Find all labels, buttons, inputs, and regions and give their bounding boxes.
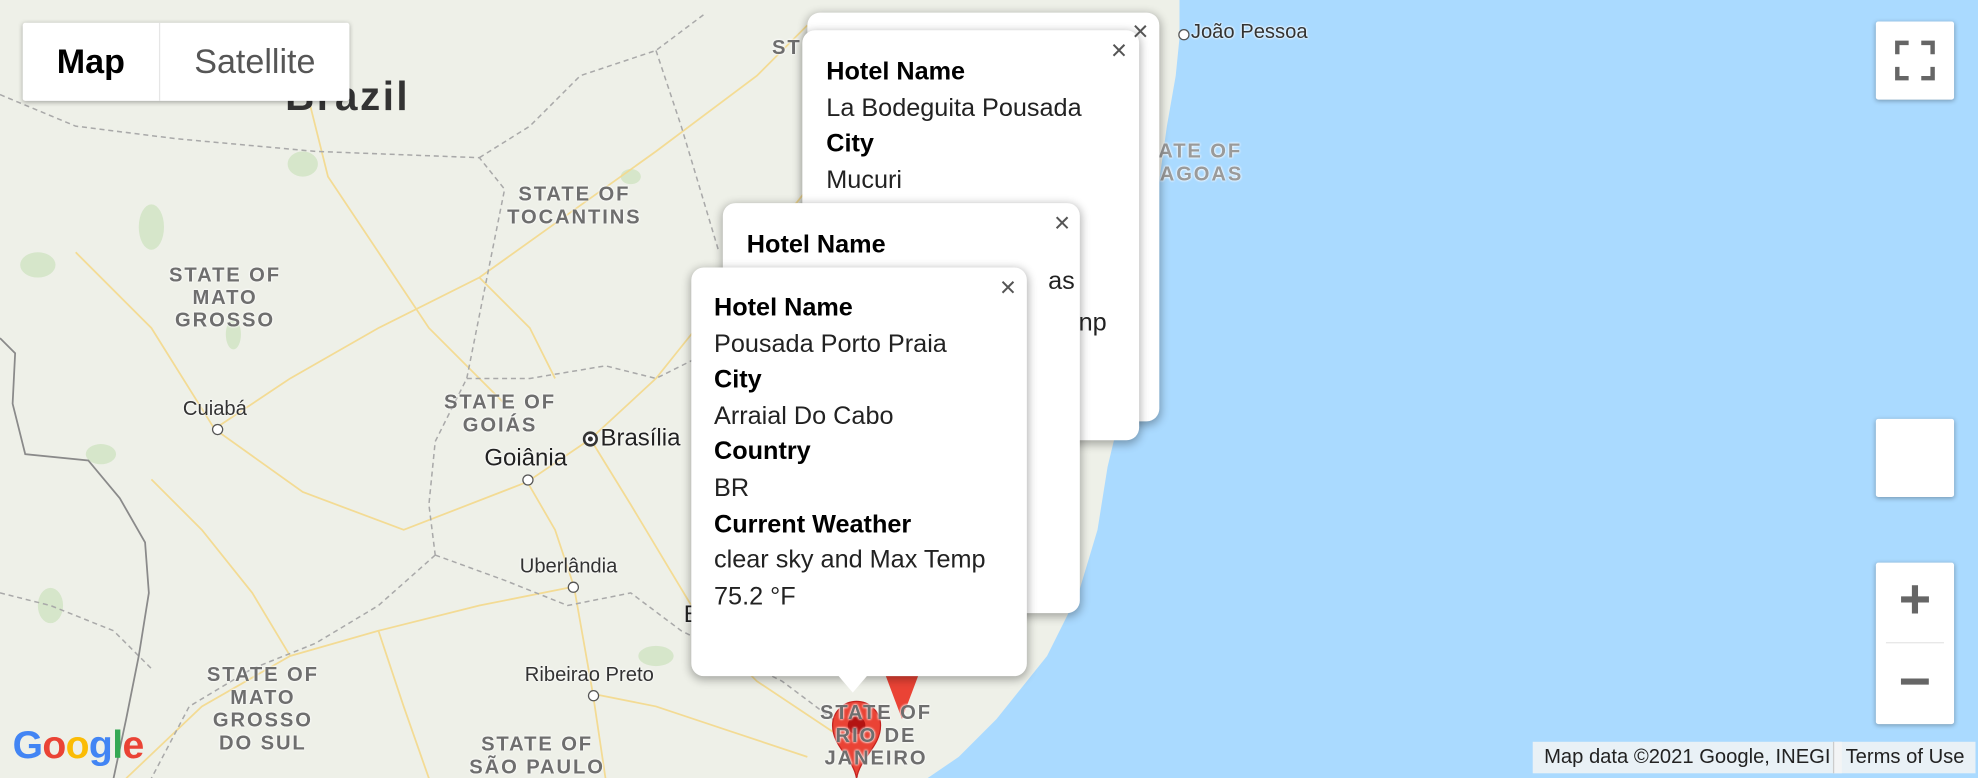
terms-of-use-link[interactable]: Terms of Use: [1832, 741, 1976, 774]
fullscreen-button[interactable]: [1875, 21, 1955, 100]
city-label-ribeirao-preto: Ribeirao Preto: [524, 664, 654, 687]
map-type-control: Map Satellite: [22, 22, 350, 101]
state-label-partial: ST: [772, 37, 802, 60]
city-dot-cuiaba: [211, 423, 224, 436]
city-dot-brasilia: [582, 431, 598, 447]
city-label-uberlandia: Uberlândia: [519, 556, 618, 578]
map-type-satellite-button[interactable]: Satellite: [160, 23, 349, 101]
city-label-cuiaba: Cuiabá: [182, 398, 247, 421]
map-data-attribution: Map data ©2021 Google, INEGI: [1532, 741, 1842, 774]
city-label-joao-pessoa: João Pessoa: [1190, 21, 1308, 43]
city-dot-uberlandia: [567, 581, 580, 593]
field-label: Hotel Name: [826, 58, 966, 86]
field-value: Arraial Do Cabo: [714, 402, 894, 430]
city-dot-ribeirao-preto: [587, 690, 600, 702]
city-label-brasilia: Brasília: [600, 425, 681, 452]
info-window-arraial-do-cabo: × Hotel Name Pousada Porto Praia City Ar…: [691, 267, 1027, 677]
zoom-out-button[interactable]: −: [1876, 645, 1954, 724]
field-label: Hotel Name: [714, 293, 853, 322]
country-border: [0, 337, 150, 778]
info-window-tail: [837, 674, 868, 693]
state-label-tocantins: STATE OF TOCANTINS: [507, 184, 642, 229]
field-label: City: [826, 130, 874, 158]
state-label-mato-grosso-do-sul: STATE OF MATO GROSSO DO SUL: [206, 664, 319, 755]
field-value: BR: [714, 474, 750, 503]
state-label-sao-paulo: STATE OF SÃO PAULO: [469, 734, 605, 778]
zoom-in-button[interactable]: +: [1876, 563, 1954, 642]
map-canvas[interactable]: Brazil STATE OFTOCANTINS STATE OFMATOGRO…: [0, 0, 1978, 778]
city-dot-joao-pessoa: [1178, 29, 1190, 41]
map-type-map-button[interactable]: Map: [23, 22, 161, 101]
state-label-rio-de-janeiro: STATE OF RIO DE JANEIRO: [819, 702, 932, 770]
field-value: clear sky and Max Temp 75.2 °F: [714, 546, 986, 611]
zoom-control: + −: [1875, 562, 1955, 725]
field-value: Pousada Porto Praia: [714, 330, 947, 358]
zoom-divider: [1885, 642, 1944, 644]
field-label: City: [714, 366, 762, 394]
city-dot-goiania: [522, 474, 534, 486]
field-label: Hotel Name: [746, 230, 886, 259]
field-value-partial: np: [1078, 309, 1107, 337]
fullscreen-icon: [1895, 40, 1935, 81]
field-label: Country: [714, 438, 811, 466]
street-view-pegman-button[interactable]: [1875, 418, 1955, 498]
field-value: La Bodeguita Pousada: [826, 94, 1082, 122]
state-label-mato-grosso: STATE OF MATO GROSSO: [169, 264, 281, 332]
field-value: Mucuri: [826, 166, 902, 194]
state-label-goias: STATE OF GOIÁS: [444, 392, 556, 437]
google-logo[interactable]: Google: [13, 723, 145, 768]
city-label-goiania: Goiânia: [484, 445, 568, 472]
field-label: Current Weather: [714, 510, 912, 539]
close-icon[interactable]: ×: [1127, 17, 1155, 46]
